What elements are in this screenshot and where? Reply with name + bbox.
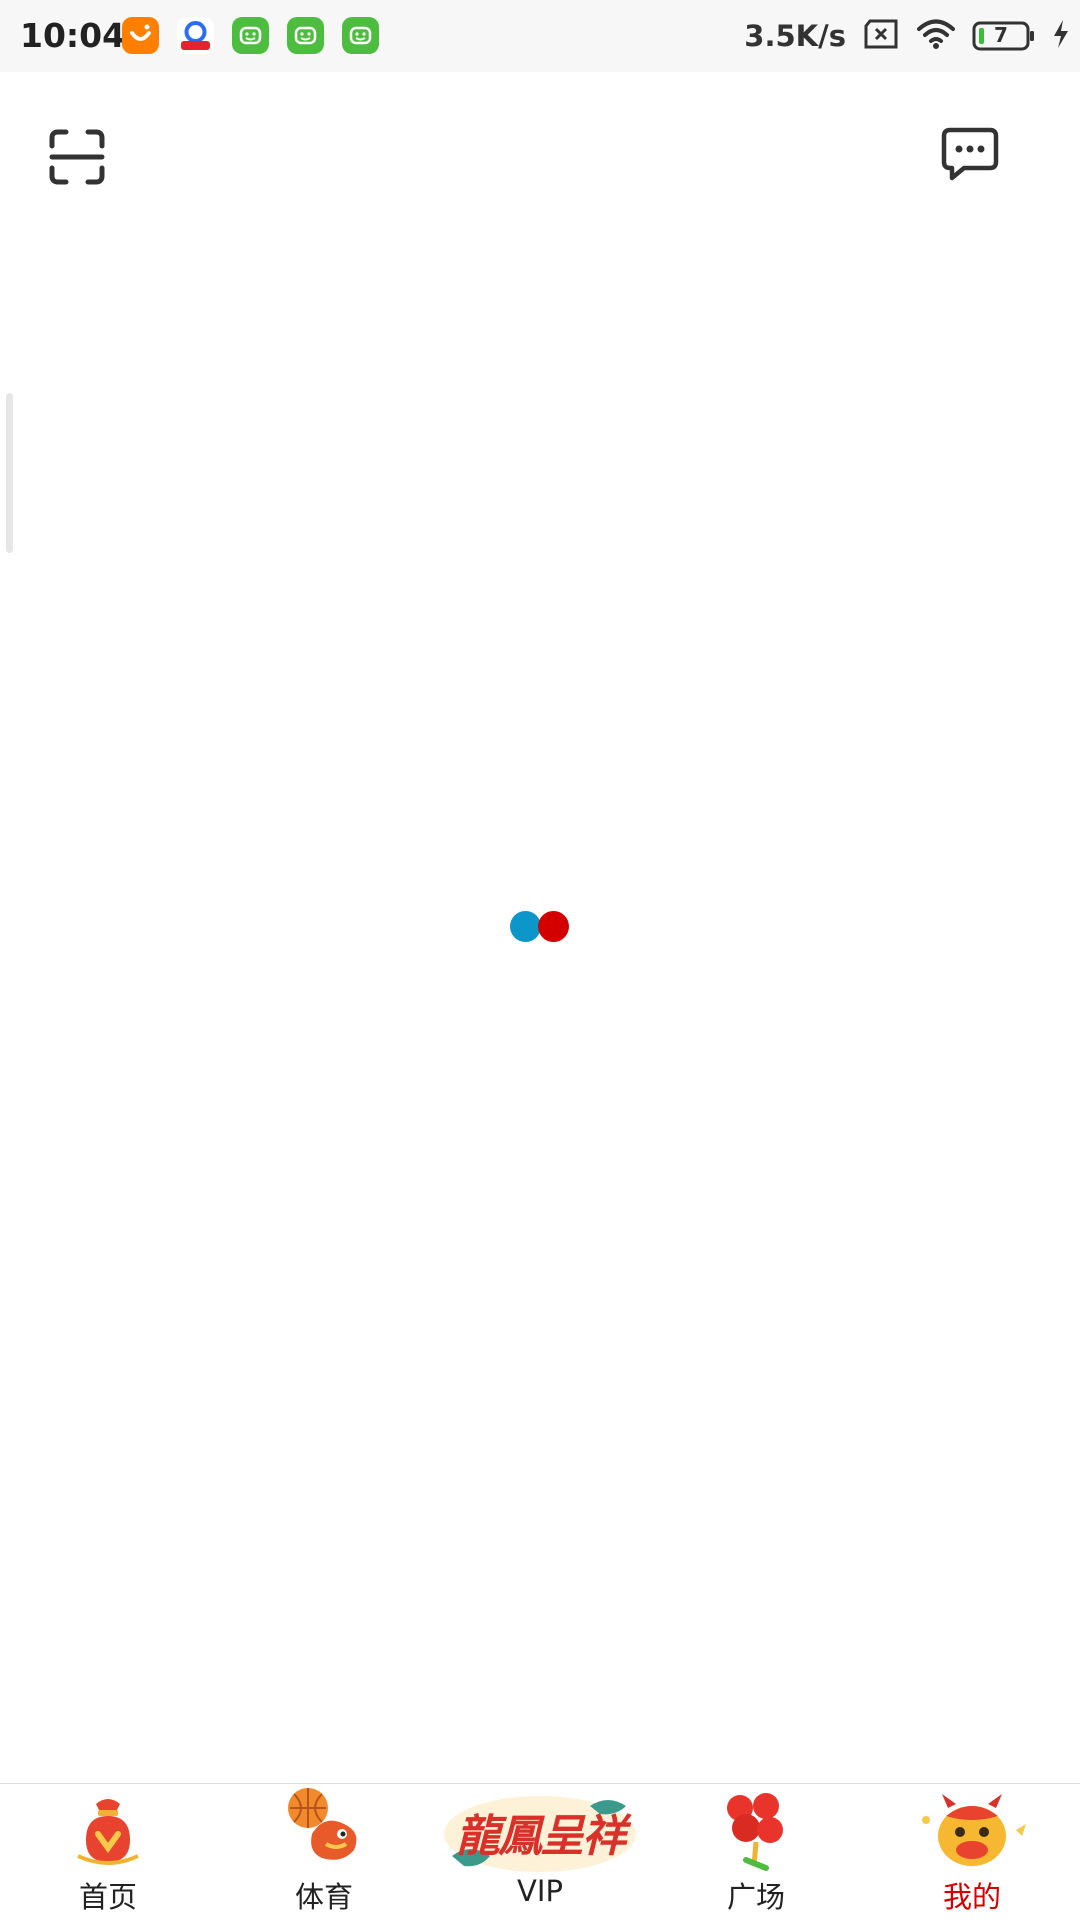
loading-indicator [510,911,570,943]
wifi-icon [916,18,956,55]
top-action-bar [0,72,1080,222]
ox-mascot-icon [912,1790,1032,1877]
firecracker-icon [716,1790,796,1877]
tab-label: 广场 [726,1880,785,1914]
tab-label: 首页 [78,1880,137,1914]
tab-label: 体育 [294,1880,353,1914]
tab-home[interactable]: 首页 [0,1784,216,1920]
sim-x-icon [862,19,900,54]
tab-vip[interactable]: 龍鳳呈祥 VIP [432,1784,648,1920]
tab-sports[interactable]: 体育 [216,1784,432,1920]
lucky-bag-icon [68,1790,148,1875]
tab-mine[interactable]: 我的 [864,1784,1080,1920]
status-time: 10:04 [20,16,126,55]
dragon-phoenix-banner-icon: 龍鳳呈祥 [440,1786,640,1883]
green-app-icon [287,17,324,54]
uc-browser-icon [177,17,214,54]
scan-button[interactable] [48,128,106,186]
taobao-icon [122,17,159,54]
vip-banner-text: 龍鳳呈祥 [456,1811,626,1862]
loading-dot-red [538,911,569,942]
basketball-dragon-icon [282,1784,366,1873]
charging-bolt-icon [1052,19,1070,54]
network-speed: 3.5K/s [744,19,846,53]
tab-plaza[interactable]: 广场 [648,1784,864,1920]
status-right-group: 3.5K/s 7 [744,14,1070,58]
green-app-icon [342,17,379,54]
tab-label: VIP [517,1874,563,1908]
loading-dot-blue [510,911,541,942]
message-button[interactable] [940,126,1000,184]
status-bar: 10:04 3.5K/s 7 [0,0,1080,72]
message-icon [941,127,999,181]
bottom-tab-bar: 首页 体育 龍鳳呈祥 VIP 广场 我的 [0,1783,1080,1920]
tab-label: 我的 [942,1880,1001,1914]
battery-level: 7 [994,23,1008,47]
scroll-indicator[interactable] [6,393,13,553]
notification-app-icons [122,17,379,54]
battery-icon: 7 [972,21,1036,51]
scan-icon [49,129,105,185]
green-app-icon [232,17,269,54]
